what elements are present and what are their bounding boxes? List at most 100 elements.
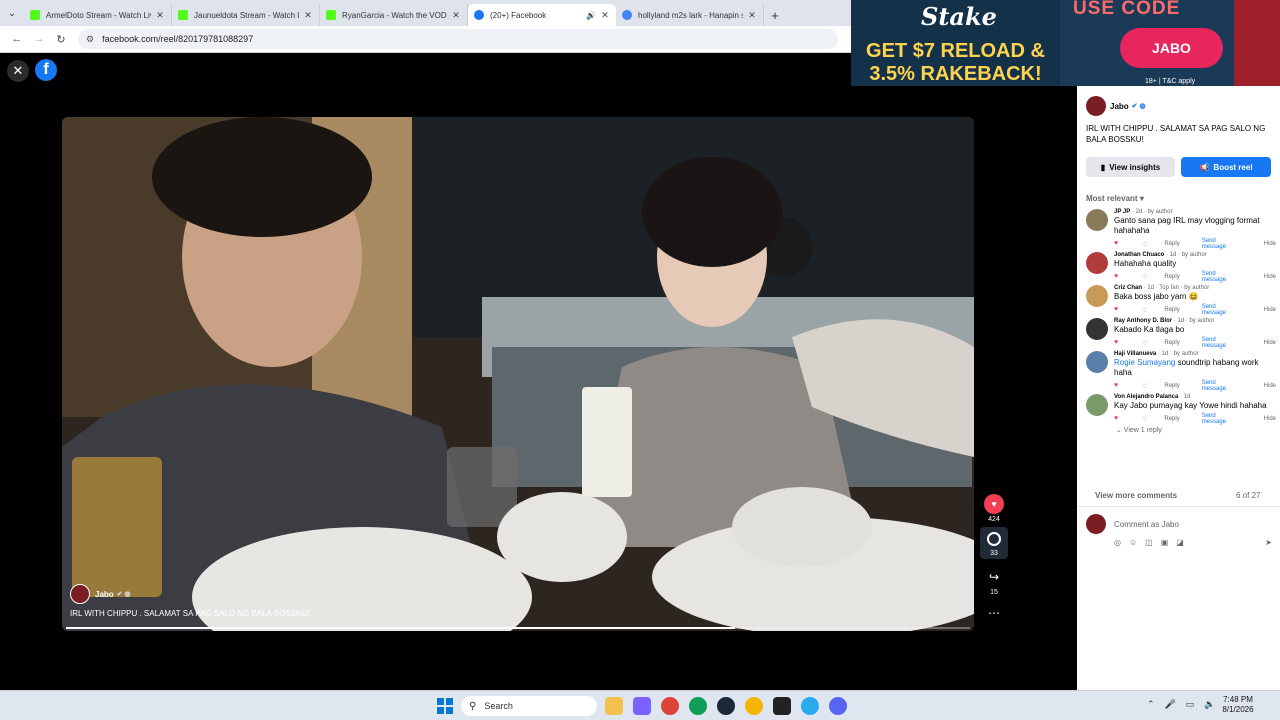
forward-arrow-icon[interactable]: →	[28, 33, 50, 45]
like-outline-icon[interactable]: ♡	[1142, 307, 1147, 314]
comment-input[interactable]: Comment as Jabo	[1110, 514, 1272, 534]
tab-list-button[interactable]: ⌄	[0, 0, 24, 26]
panel-author[interactable]: Jabo ✔ ◍	[1086, 96, 1146, 116]
tab-0[interactable]: ArmelDoto Stream - Watch Live ✕	[24, 4, 172, 26]
copilot-icon[interactable]	[633, 697, 651, 715]
hide-button[interactable]: Hide	[1264, 307, 1276, 313]
url-input[interactable]: ⚙ facebook.com/reel/820179781088297	[78, 29, 838, 49]
like-outline-icon[interactable]: ♡	[1142, 383, 1147, 390]
comment-sort-dropdown[interactable]: Most relevant ▾	[1086, 194, 1144, 203]
send-icon[interactable]: ➤	[1265, 538, 1272, 547]
sticker-icon[interactable]: ◪	[1176, 538, 1184, 547]
tab-2[interactable]: RyanGarcia - Watch the VOD on ✕	[320, 4, 468, 26]
avatar[interactable]	[1086, 252, 1108, 274]
new-tab-button[interactable]: +	[764, 4, 786, 26]
avatar[interactable]	[1086, 394, 1108, 416]
reply-button[interactable]: Reply	[1164, 241, 1179, 247]
avatar[interactable]	[1086, 209, 1108, 231]
comment-author[interactable]: Criz Chan	[1114, 285, 1142, 291]
send-message-button[interactable]: Send message	[1202, 271, 1242, 283]
like-outline-icon[interactable]: ♡	[1142, 340, 1147, 347]
send-message-button[interactable]: Send message	[1202, 337, 1242, 349]
video-author-name[interactable]: Jabo	[95, 590, 114, 599]
view-replies-link[interactable]: ⌄ View 1 reply	[1116, 426, 1276, 434]
facebook-logo-icon[interactable]: f	[35, 59, 57, 81]
chrome-profile-icon[interactable]	[689, 697, 707, 715]
reload-icon[interactable]: ↻	[50, 33, 72, 46]
panel-author-name[interactable]: Jabo	[1110, 102, 1129, 111]
ad-promo-code-button[interactable]: JABO	[1120, 28, 1223, 68]
tab-1[interactable]: Jaunueldota Stream - Watch Live ✕	[172, 4, 320, 26]
speaker-icon[interactable]: 🔊	[586, 11, 596, 20]
microphone-icon[interactable]: 🎤	[1165, 699, 1176, 710]
comment-author[interactable]: Von Alejandro Palanca	[1114, 394, 1178, 400]
chrome-alt-icon[interactable]	[745, 697, 763, 715]
share-action[interactable]: ↪ 15	[980, 567, 1008, 596]
back-arrow-icon[interactable]: ←	[6, 33, 28, 45]
avatar-sticker-icon[interactable]: ◎	[1114, 538, 1121, 547]
hide-button[interactable]: Hide	[1264, 274, 1276, 280]
like-outline-icon[interactable]: ♡	[1142, 274, 1147, 281]
comment-author[interactable]: JP JP	[1114, 209, 1130, 215]
comment-author[interactable]: Haji Villanueva	[1114, 351, 1156, 357]
chrome-icon[interactable]	[661, 697, 679, 715]
tab-3[interactable]: (20+) Facebook 🔊 ✕	[468, 4, 616, 26]
chevron-up-icon[interactable]: ⌃	[1147, 699, 1155, 710]
more-options[interactable]: ⋯	[980, 603, 1008, 625]
taskbar-search[interactable]: ⚲ Search	[461, 696, 597, 716]
send-message-button[interactable]: Send message	[1202, 304, 1242, 316]
hide-button[interactable]: Hide	[1264, 416, 1276, 422]
send-message-button[interactable]: Send message	[1202, 238, 1242, 250]
telegram-icon[interactable]	[801, 697, 819, 715]
heart-reaction-icon[interactable]: ♥	[1114, 240, 1124, 249]
close-tab-icon[interactable]: ✕	[747, 10, 757, 21]
avatar[interactable]	[70, 584, 90, 604]
reply-button[interactable]: Reply	[1164, 307, 1179, 313]
heart-reaction-icon[interactable]: ♥	[1114, 339, 1124, 348]
avatar[interactable]	[1086, 318, 1108, 340]
avatar[interactable]	[1086, 351, 1108, 373]
hide-button[interactable]: Hide	[1264, 241, 1276, 247]
close-tab-icon[interactable]: ✕	[303, 10, 313, 21]
heart-reaction-icon[interactable]: ♥	[1114, 382, 1124, 391]
reply-button[interactable]: Reply	[1164, 383, 1179, 389]
close-tab-icon[interactable]: ✕	[451, 10, 461, 21]
video-author[interactable]: Jabo ✔ ◍	[70, 584, 131, 604]
comment-bubble-icon[interactable]	[987, 532, 1001, 546]
hide-button[interactable]: Hide	[1264, 340, 1276, 346]
comment-mention-link[interactable]: Rogie Sumayang	[1114, 358, 1175, 367]
discord-icon[interactable]	[829, 697, 847, 715]
close-tab-icon[interactable]: ✕	[155, 10, 165, 21]
avatar[interactable]	[1086, 96, 1106, 116]
windows-start-icon[interactable]	[437, 698, 453, 714]
steam-icon[interactable]	[717, 697, 735, 715]
send-message-button[interactable]: Send message	[1202, 413, 1242, 425]
share-arrow-icon[interactable]: ↪	[984, 567, 1004, 587]
volume-icon[interactable]: 🔈	[1204, 699, 1215, 710]
comment-author[interactable]: Ray Anthony D. Blor	[1114, 318, 1172, 324]
send-message-button[interactable]: Send message	[1202, 380, 1242, 392]
reel-video[interactable]: Jabo ✔ ◍ IRL WITH CHIPPU . SALAMAT SA PA…	[62, 117, 974, 631]
emoji-icon[interactable]: ☺	[1129, 538, 1137, 547]
file-explorer-icon[interactable]	[605, 697, 623, 715]
gif-icon[interactable]: ▣	[1161, 538, 1169, 547]
more-dots-icon[interactable]: ⋯	[984, 603, 1004, 623]
like-outline-icon[interactable]: ♡	[1142, 241, 1147, 248]
like-outline-icon[interactable]: ♡	[1142, 416, 1147, 423]
site-settings-icon[interactable]: ⚙	[86, 34, 94, 45]
close-tab-icon[interactable]: ✕	[600, 10, 610, 21]
heart-reaction-icon[interactable]: ♥	[1114, 415, 1124, 424]
heart-reaction-icon[interactable]: ♥	[1114, 273, 1124, 282]
reply-button[interactable]: Reply	[1164, 274, 1179, 280]
view-more-comments-link[interactable]: View more comments	[1095, 491, 1177, 500]
boost-reel-button[interactable]: 📢 Boost reel	[1181, 157, 1271, 177]
comment-action[interactable]: 33	[980, 527, 1008, 559]
camera-icon[interactable]: ◫	[1145, 538, 1153, 547]
stake-ad-banner[interactable]: Stake GET $7 RELOAD & 3.5% RAKEBACK! USE…	[851, 0, 1280, 86]
tab-4[interactable]: hollyland m2s lark - Hanapin sa ✕	[616, 4, 764, 26]
display-icon[interactable]: ▭	[1186, 699, 1195, 710]
comment-author[interactable]: Jonathan Chuaco	[1114, 252, 1164, 258]
view-insights-button[interactable]: ▮ View insights	[1086, 157, 1175, 177]
like-action[interactable]: ♥ 424	[980, 494, 1008, 523]
hide-button[interactable]: Hide	[1264, 383, 1276, 389]
